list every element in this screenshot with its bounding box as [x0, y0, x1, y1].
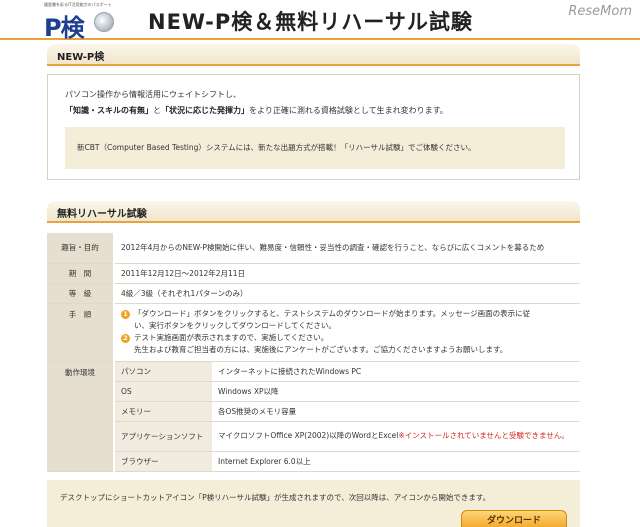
intro-emphasis-ability: 「状況に応じた発揮力」 [161, 106, 249, 115]
purpose-value: 2012年4月からのNEW-P検開始に伴い、難易度・信頼性・妥当性の調査・確認を… [114, 233, 580, 264]
site-header: 履歴書を彩るIT活用能力のパスポート P検 NEW-P検＆無料リハーサル試験 R… [0, 0, 640, 42]
env-app-label: アプリケーションソフト [114, 421, 212, 452]
env-os-label: OS [114, 381, 212, 402]
table-row: 動作環境 パソコン インターネットに接続されたWindows PC [47, 361, 580, 472]
env-label: 動作環境 [47, 361, 115, 472]
level-label: 等 級 [47, 283, 115, 304]
resemom-watermark: ReseMom [568, 4, 632, 19]
cbt-note-panel: 新CBT（Computer Based Testing）システムには、新たな出題… [65, 127, 565, 169]
period-value: 2011年12月12日〜2012年2月11日 [114, 263, 580, 284]
env-pc-value: インターネットに接続されたWindows PC [212, 361, 580, 382]
table-row: 等 級 4級／3級（それぞれ1パターンのみ） [47, 283, 580, 304]
level-value: 4級／3級（それぞれ1パターンのみ） [114, 283, 580, 304]
step-number-badge: 1 [121, 310, 130, 319]
table-row: アプリケーションソフト マイクロソフトOffice XP(2002)以降のWor… [47, 421, 580, 452]
page-title: NEW-P検＆無料リハーサル試験 [148, 10, 473, 34]
step-2-cont: 先生および教育ご担当者の方には、実施後にアンケートがございます。ご協力くださいま… [134, 345, 508, 354]
p-ken-logo[interactable]: 履歴書を彩るIT活用能力のパスポート P検 [44, 2, 124, 42]
steps-value: 1 「ダウンロード」ボタンをクリックすると、テストシステムのダウンロードが始まりま… [114, 303, 580, 362]
section-header-rehearsal: 無料リハーサル試験 [47, 201, 580, 223]
intro-text-line2: 「知識・スキルの有無」と「状況に応じた発揮力」をより正確に測れる資格試験として生… [65, 106, 448, 115]
table-row: メモリー 各OS推奨のメモリ容量 [47, 401, 580, 422]
new-p-intro-box: パソコン操作から情報活用にウェイトシフトし、 「知識・スキルの有無」と「状況に応… [47, 74, 580, 180]
shortcut-note: デスクトップにショートカットアイコン「P検リハーサル試験」が生成されますので、次… [60, 493, 491, 502]
logo-text: P検 [44, 14, 85, 42]
env-memory-label: メモリー [114, 401, 212, 422]
env-memory-value: 各OS推奨のメモリ容量 [212, 401, 580, 422]
step-2: 2 テスト実施画面が表示されますので、実施してください。 [121, 332, 574, 344]
table-row: ブラウザー Internet Explorer 6.0以上 [47, 451, 580, 472]
section-title: 無料リハーサル試験 [57, 209, 147, 220]
section-header-new-p: NEW-P検 [47, 44, 580, 66]
step-1: 1 「ダウンロード」ボタンをクリックすると、テストシステムのダウンロードが始まりま… [121, 308, 574, 320]
period-label: 期 間 [47, 263, 115, 284]
download-panel: デスクトップにショートカットアイコン「P検リハーサル試験」が生成されますので、次… [47, 480, 580, 527]
purpose-label: 趣旨・目的 [47, 233, 115, 264]
intro-text-line1: パソコン操作から情報活用にウェイトシフトし、 [65, 90, 241, 99]
table-row: OS Windows XP以降 [47, 381, 580, 402]
step-1-cont: い、実行ボタンをクリックしてダウンロードしてください。 [134, 321, 336, 330]
rehearsal-info-table: 趣旨・目的 2012年4月からのNEW-P検開始に伴い、難易度・信頼性・妥当性の… [47, 233, 580, 472]
env-browser-value: Internet Explorer 6.0以上 [212, 451, 580, 472]
install-warning: ※インストールされていませんと受験できません。 [398, 431, 569, 440]
env-app-value: マイクロソフトOffice XP(2002)以降のWordとExcel※インスト… [212, 421, 580, 452]
env-browser-label: ブラウザー [114, 451, 212, 472]
table-row: 期 間 2011年12月12日〜2012年2月11日 [47, 263, 580, 284]
env-os-value: Windows XP以降 [212, 381, 580, 402]
cbt-note-text: 新CBT（Computer Based Testing）システムには、新たな出題… [77, 143, 476, 152]
table-row: 手 順 1 「ダウンロード」ボタンをクリックすると、テストシステムのダウンロードが… [47, 303, 580, 362]
env-pc-label: パソコン [114, 361, 212, 382]
intro-emphasis-knowledge: 「知識・スキルの有無」 [65, 106, 153, 115]
table-row: 趣旨・目的 2012年4月からのNEW-P検開始に伴い、難易度・信頼性・妥当性の… [47, 233, 580, 264]
step-number-badge: 2 [121, 334, 130, 343]
steps-label: 手 順 [47, 303, 115, 362]
download-button[interactable]: ダウンロード [461, 510, 567, 527]
cd-disc-icon [94, 12, 114, 32]
section-title: NEW-P検 [57, 52, 105, 63]
